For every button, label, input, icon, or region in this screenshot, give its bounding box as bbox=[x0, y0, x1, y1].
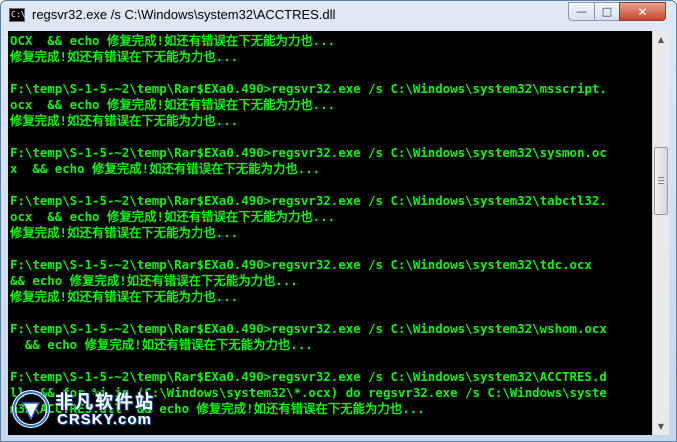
console-line: F:\temp\S-1-5-~2\temp\Rar$EXa0.490>regsv… bbox=[10, 193, 607, 208]
maximize-button[interactable]: □ bbox=[594, 2, 620, 21]
console-line: F:\temp\S-1-5-~2\temp\Rar$EXa0.490>regsv… bbox=[10, 369, 607, 384]
console-line: 修复完成!如还有错误在下无能为力也... bbox=[10, 113, 239, 128]
console-line: && echo 修复完成!如还有错误在下无能为力也... bbox=[10, 337, 313, 352]
console-line: && echo 修复完成!如还有错误在下无能为力也... bbox=[10, 273, 298, 288]
grip-line bbox=[658, 183, 664, 184]
console-line: F:\temp\S-1-5-~2\temp\Rar$EXa0.490>regsv… bbox=[10, 145, 607, 160]
grip-line bbox=[658, 180, 664, 181]
console-line: x && echo 修复完成!如还有错误在下无能为力也... bbox=[10, 161, 321, 176]
console-line: 修复完成!如还有错误在下无能为力也... bbox=[10, 289, 239, 304]
scroll-up-arrow-icon[interactable]: ▲ bbox=[653, 31, 669, 48]
minimize-button[interactable]: — bbox=[568, 2, 595, 21]
console-line: 修复完成!如还有错误在下无能为力也... bbox=[10, 225, 239, 240]
console-line: ll && for %i in (C:\Windows\system32\*.o… bbox=[10, 385, 607, 400]
window-title: regsvr32.exe /s C:\Windows\system32\ACCT… bbox=[32, 7, 336, 22]
console-output[interactable]: OCX && echo 修复完成!如还有错误在下无能为力也... 修复完成!如还… bbox=[8, 31, 652, 435]
cmd-icon: C:\ bbox=[9, 8, 25, 22]
console-line: F:\temp\S-1-5-~2\temp\Rar$EXa0.490>regsv… bbox=[10, 321, 607, 336]
grip-line bbox=[658, 177, 664, 178]
console-line: m32\ACCTRES.dll && echo 修复完成!如还有错误在下无能为力… bbox=[10, 401, 425, 416]
close-button[interactable]: ✕ bbox=[619, 2, 666, 21]
console-line: ocx && echo 修复完成!如还有错误在下无能为力也... bbox=[10, 97, 336, 112]
scroll-down-arrow-icon[interactable]: ▼ bbox=[653, 418, 669, 435]
console-line: 修复完成!如还有错误在下无能为力也... bbox=[10, 49, 239, 64]
console-line: ocx && echo 修复完成!如还有错误在下无能为力也... bbox=[10, 209, 336, 224]
scrollbar-thumb[interactable] bbox=[654, 147, 668, 215]
title-bar[interactable]: C:\ regsvr32.exe /s C:\Windows\system32\… bbox=[1, 1, 676, 31]
console-line: F:\temp\S-1-5-~2\temp\Rar$EXa0.490>regsv… bbox=[10, 257, 592, 272]
console-line: OCX && echo 修复完成!如还有错误在下无能为力也... bbox=[10, 33, 336, 48]
console-window: C:\ regsvr32.exe /s C:\Windows\system32\… bbox=[0, 0, 677, 442]
vertical-scrollbar[interactable]: ▲ ▼ bbox=[652, 31, 669, 435]
console-line: F:\temp\S-1-5-~2\temp\Rar$EXa0.490>regsv… bbox=[10, 81, 607, 96]
